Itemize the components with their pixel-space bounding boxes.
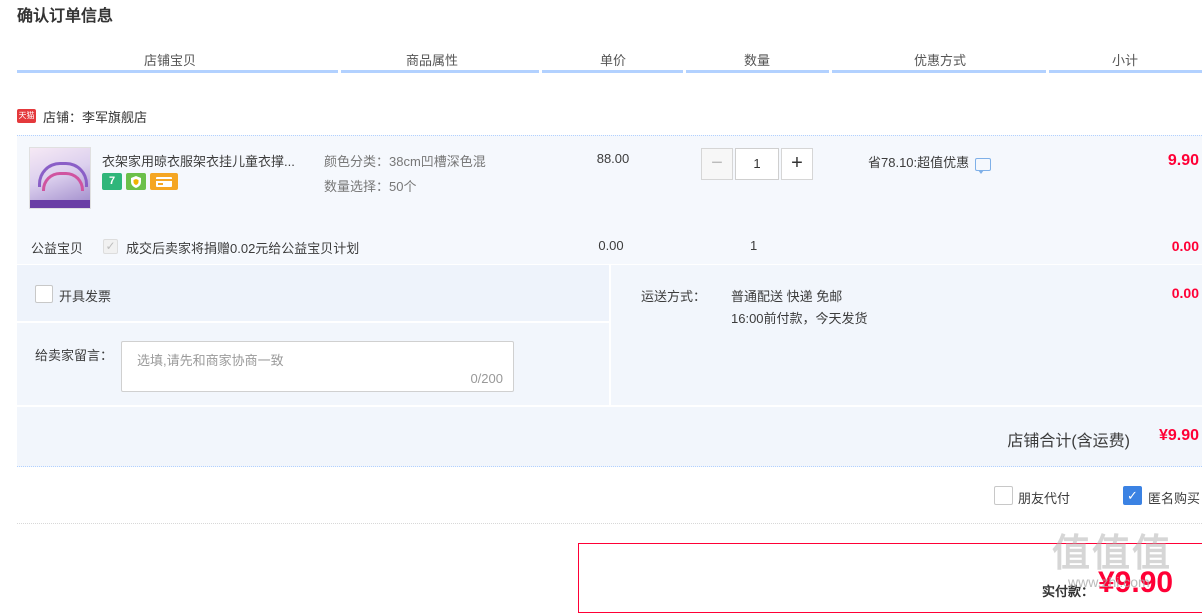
charity-checkbox[interactable]: ✓: [103, 239, 118, 254]
divider: [17, 523, 1202, 524]
anonymous-label[interactable]: 匿名购买: [1148, 488, 1202, 507]
column-header-attributes: 商品属性: [405, 53, 458, 68]
divider: [17, 321, 609, 323]
charity-qty: 1: [750, 238, 758, 253]
charity-subtotal: 0.00: [1171, 238, 1199, 254]
quantity-stepper: − 1 +: [701, 148, 813, 180]
charity-price: 0.00: [598, 238, 624, 253]
column-bar: [542, 70, 683, 73]
column-header-unit-price: 单价: [599, 53, 626, 68]
message-placeholder: 选填,请先和商家协商一致: [137, 353, 284, 368]
watermark-logo: 值值值: [1052, 533, 1173, 575]
tmall-icon: 天猫: [17, 109, 36, 123]
charity-label: 公益宝贝: [31, 241, 84, 256]
attr-quantity-option: 数量选择：50个: [324, 179, 417, 194]
column-header-discount: 优惠方式: [913, 53, 966, 68]
shop-total-amount: ¥9.90: [1158, 427, 1199, 444]
promo-text: 省78.10:超值优惠: [868, 155, 970, 170]
message-label: 给卖家留言：: [35, 348, 114, 363]
shipping-fee: 0.00: [1171, 285, 1199, 301]
column-bar: [17, 70, 338, 73]
quantity-minus-button[interactable]: −: [701, 148, 733, 180]
promo-info: 省78.10:超值优惠: [868, 152, 992, 174]
shop-name-link[interactable]: 店铺：李军旗舰店: [43, 107, 147, 126]
shipping-note: 16:00前付款，今天发货: [731, 311, 868, 326]
attr-color-variant: 颜色分类：38cm凹槽深色混: [324, 154, 486, 169]
column-bar: [341, 70, 539, 73]
shop-total-label: 店铺合计(含运费): [1007, 433, 1130, 450]
charity-text: 成交后卖家将捐赠0.02元给公益宝贝计划: [126, 241, 360, 256]
column-header-shop-item: 店铺宝贝: [143, 53, 196, 68]
seven-day-return-icon[interactable]: 7: [102, 173, 122, 190]
quantity-plus-button[interactable]: +: [781, 148, 813, 180]
invoice-label[interactable]: 开具发票: [59, 286, 111, 305]
divider: [609, 265, 611, 405]
friend-pay-label[interactable]: 朋友代付: [1018, 488, 1070, 507]
chat-bubble-icon[interactable]: [975, 158, 992, 174]
column-header-quantity: 数量: [743, 53, 770, 68]
column-bar: [832, 70, 1046, 73]
shipping-label: 运送方式：: [641, 289, 707, 304]
credit-card-icon[interactable]: [150, 173, 178, 190]
column-bar: [686, 70, 829, 73]
product-title-link[interactable]: 衣架家用晾衣服架衣挂儿童衣撑...: [102, 151, 317, 170]
friend-pay-checkbox[interactable]: [994, 486, 1013, 505]
column-bar: [1049, 70, 1202, 73]
watermark-url: www.zhi.com: [1068, 574, 1150, 590]
anonymous-checkbox[interactable]: ✓: [1123, 486, 1142, 505]
seller-message-textarea[interactable]: 选填,请先和商家协商一致 0/200: [121, 341, 514, 392]
unit-price: 88.00: [596, 151, 630, 166]
invoice-checkbox[interactable]: [35, 285, 53, 303]
product-thumbnail[interactable]: [29, 147, 91, 209]
quantity-input[interactable]: 1: [735, 148, 779, 180]
shield-badge-icon[interactable]: [126, 173, 146, 190]
message-char-counter: 0/200: [470, 371, 503, 386]
shop-row: 天猫 店铺：李军旗舰店: [17, 106, 147, 126]
shipping-method: 普通配送 快递 免邮: [731, 289, 843, 304]
column-header-subtotal: 小计: [1111, 53, 1138, 68]
item-subtotal: 9.90: [1167, 152, 1199, 169]
page-title: 确认订单信息: [17, 8, 114, 25]
